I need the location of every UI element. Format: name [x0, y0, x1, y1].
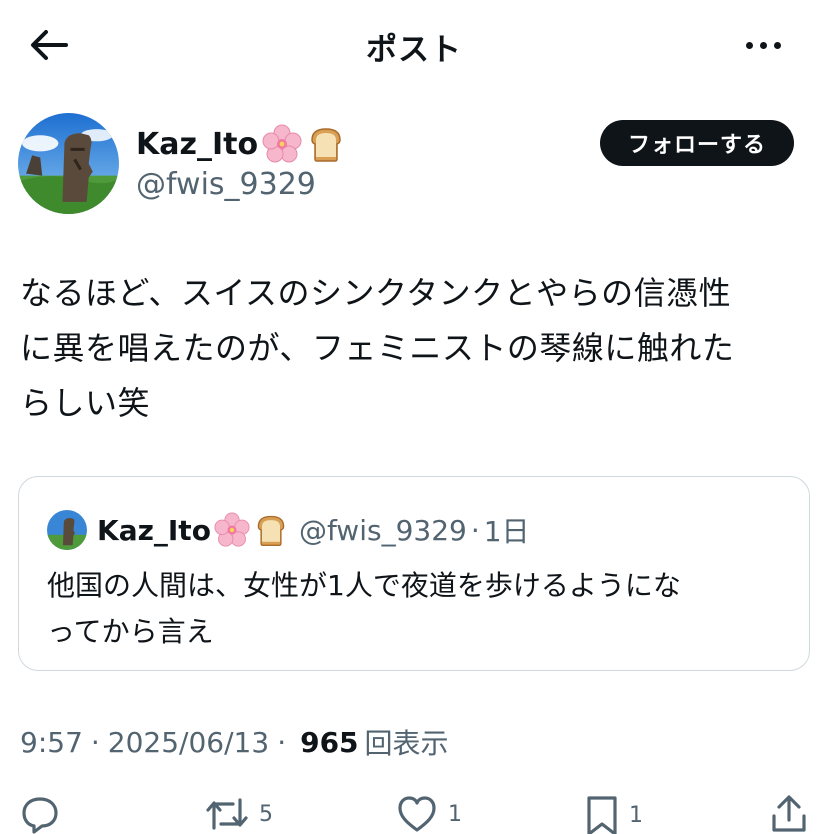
page-title: ポスト	[366, 32, 462, 68]
share-button[interactable]	[770, 794, 808, 834]
action-bar: 5 1 1	[0, 790, 828, 834]
quoted-post-text: 他国の人間は、女性が1人で夜道を歩けるようにな ってから言え	[47, 569, 681, 648]
more-dot-icon	[759, 41, 767, 49]
post-body-text: なるほど、スイスのシンクタンクとやらの信憑性 に異を唱えたのが、フェミニストの琴…	[20, 274, 735, 422]
like-count: 1	[448, 801, 462, 827]
quoted-author-avatar[interactable]	[47, 510, 87, 550]
more-dot-icon	[773, 41, 781, 49]
moai-avatar-icon	[18, 113, 119, 214]
like-button[interactable]: 1	[396, 794, 462, 834]
reply-icon	[22, 797, 58, 834]
views-label: 回表示	[364, 727, 449, 760]
bread-icon	[311, 128, 341, 162]
post-meta: 9:57 · 2025/06/13 · 965 回表示	[20, 722, 449, 762]
quoted-post-time[interactable]: 1日	[484, 510, 530, 550]
cherry-blossom-icon	[214, 512, 250, 547]
author-name-text: Kaz_Ito	[136, 126, 259, 162]
author-name[interactable]: Kaz_Ito	[136, 124, 346, 164]
quoted-author-name[interactable]: Kaz_Ito	[97, 514, 211, 547]
repost-icon	[206, 798, 248, 830]
post-page: ポスト Kaz_Ito @fwis_9329 フォローする なるほど、スイスのシ…	[0, 0, 828, 834]
quoted-post-header: Kaz_Ito @fwis_9329 · 1日	[97, 505, 530, 555]
author-avatar[interactable]	[18, 113, 119, 214]
repost-count: 5	[259, 801, 273, 827]
repost-button[interactable]: 5	[205, 794, 273, 834]
quoted-post-card[interactable]: Kaz_Ito @fwis_9329 · 1日 他国の人間は、女性が1人で夜道を…	[18, 476, 810, 671]
separator-dot: ·	[277, 725, 287, 759]
follow-button[interactable]: フォローする	[600, 120, 794, 166]
post-date[interactable]: 2025/06/13	[108, 726, 269, 759]
reply-button[interactable]	[20, 794, 70, 834]
separator-dot: ·	[470, 513, 480, 547]
author-handle[interactable]: @fwis_9329	[136, 167, 316, 202]
more-dot-icon	[745, 41, 753, 49]
bookmark-icon	[587, 796, 617, 834]
bookmark-count: 1	[629, 802, 643, 828]
heart-icon	[398, 796, 436, 832]
quoted-author-handle: @fwis_9329	[298, 513, 467, 547]
separator-dot: ·	[90, 725, 100, 759]
bread-icon	[257, 515, 285, 546]
share-icon	[772, 795, 806, 832]
moai-avatar-icon	[47, 510, 87, 550]
more-options-button[interactable]	[738, 28, 788, 62]
views-count: 965	[300, 725, 359, 759]
cherry-blossom-icon	[262, 124, 302, 163]
top-bar: ポスト	[0, 0, 828, 90]
post-time[interactable]: 9:57	[20, 726, 83, 759]
bookmark-button[interactable]: 1	[585, 794, 643, 834]
